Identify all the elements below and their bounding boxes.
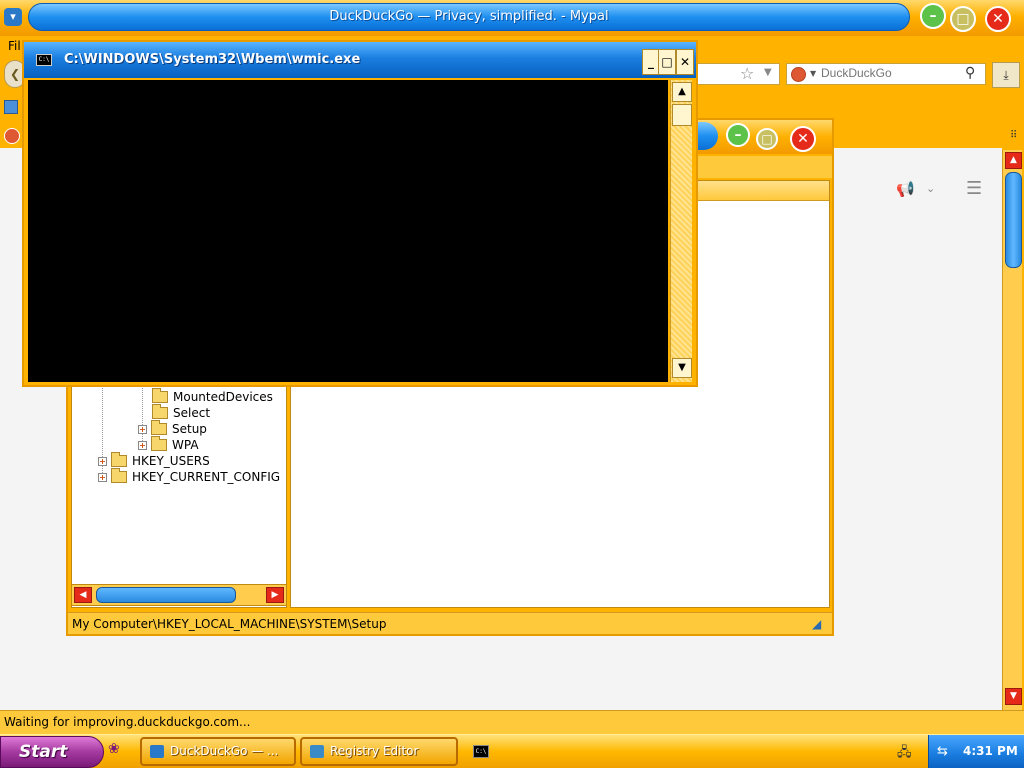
status-text: Waiting for improving.duckduckgo.com...: [4, 715, 251, 729]
hamburger-icon[interactable]: ☰: [966, 178, 982, 199]
duckduckgo-tab-icon[interactable]: [4, 128, 20, 144]
download-button[interactable]: ⤓: [992, 62, 1020, 88]
task-label: DuckDuckGo — ...: [170, 744, 279, 758]
open-folder-icon: [151, 420, 167, 435]
console-task-icon[interactable]: C:\: [473, 745, 489, 758]
close-button[interactable]: ✕: [790, 126, 816, 152]
chevron-down-icon[interactable]: ▼: [764, 67, 772, 78]
folder-icon: [151, 436, 167, 451]
sync-icon[interactable]: ⇆: [937, 744, 948, 759]
folder-icon: [152, 388, 168, 403]
task-button-regedit[interactable]: Registry Editor: [300, 737, 458, 766]
menu-file[interactable]: Fil: [8, 39, 21, 53]
tree-item-label: Setup: [172, 422, 207, 436]
scroll-down-button[interactable]: ▼: [1005, 688, 1022, 705]
tree-item-label: WPA: [172, 438, 199, 452]
folder-icon: [111, 452, 127, 467]
close-button[interactable]: ✕: [676, 49, 694, 75]
scroll-down-button[interactable]: ▼: [672, 358, 692, 378]
tree-horizontal-scrollbar[interactable]: ◀ ▶: [71, 584, 287, 606]
scroll-right-button[interactable]: ▶: [266, 587, 284, 603]
scroll-thumb[interactable]: [96, 587, 236, 603]
expand-icon[interactable]: +: [98, 472, 107, 482]
scroll-up-button[interactable]: ▲: [1005, 152, 1022, 169]
tree-item-label: HKEY_USERS: [132, 454, 210, 468]
search-input[interactable]: [821, 66, 961, 80]
scroll-left-button[interactable]: ◀: [74, 587, 92, 603]
tree-item-hkey-users[interactable]: + HKEY_USERS: [98, 452, 210, 469]
maximize-button[interactable]: □: [756, 128, 778, 150]
tree-item-hkey-current-config[interactable]: + HKEY_CURRENT_CONFIG: [98, 468, 281, 485]
scroll-thumb[interactable]: [1005, 172, 1022, 268]
browser-titlebar: ▾ DuckDuckGo — Privacy, simplified. - My…: [0, 0, 1024, 36]
minimize-button[interactable]: –: [726, 123, 750, 147]
start-decoration-icon: ❀: [108, 741, 120, 757]
console-titlebar: C:\ C:\WINDOWS\System32\Wbem\wmic.exe _ …: [24, 42, 696, 78]
minimize-button[interactable]: –: [920, 3, 946, 29]
folder-icon: [152, 404, 168, 419]
system-tray: ⇆ 4:31 PM: [928, 735, 1024, 768]
mypal-icon: ▾: [4, 8, 22, 26]
maximize-button[interactable]: □: [658, 49, 676, 75]
tree-item-label: HKEY_CURRENT_CONFIG: [132, 470, 281, 484]
duckduckgo-icon[interactable]: [791, 67, 806, 82]
chevron-down-icon[interactable]: ▼: [810, 69, 816, 78]
regedit-status-bar: My Computer\HKEY_LOCAL_MACHINE\SYSTEM\Se…: [68, 612, 832, 634]
expand-icon[interactable]: +: [138, 440, 147, 450]
scroll-thumb[interactable]: [672, 104, 692, 126]
bookmark-icon[interactable]: [4, 100, 18, 114]
console-scrollbar[interactable]: ▲ ▼: [670, 80, 692, 382]
resize-grip-icon[interactable]: ◢: [812, 617, 821, 631]
start-button[interactable]: Start: [0, 736, 104, 768]
mypal-icon: [150, 745, 164, 758]
maximize-button[interactable]: □: [950, 6, 976, 32]
task-button-browser[interactable]: DuckDuckGo — ...: [140, 737, 296, 766]
grid-icon[interactable]: ⠿: [1010, 130, 1017, 141]
taskbar: Start ❀ DuckDuckGo — ... Registry Editor…: [0, 734, 1024, 768]
bookmark-star-icon[interactable]: ☆: [740, 64, 754, 83]
tree-item-setup[interactable]: + Setup: [138, 420, 207, 437]
expand-icon[interactable]: +: [138, 424, 147, 434]
window-title: DuckDuckGo — Privacy, simplified. - Mypa…: [329, 9, 609, 24]
close-button[interactable]: ✕: [985, 6, 1011, 32]
clock[interactable]: 4:31 PM: [963, 744, 1018, 758]
tree-item-label: MountedDevices: [173, 390, 273, 404]
task-label: Registry Editor: [330, 744, 419, 758]
tree-item-mounteddevices[interactable]: MountedDevices: [152, 388, 273, 405]
announce-icon[interactable]: 📢: [896, 180, 915, 198]
tree-item-select[interactable]: Select: [152, 404, 211, 421]
tree-item-label: Select: [173, 406, 211, 420]
search-icon[interactable]: ⚲: [965, 65, 975, 81]
console-window: C:\ C:\WINDOWS\System32\Wbem\wmic.exe _ …: [22, 40, 698, 387]
network-icon[interactable]: 🖧: [897, 743, 912, 765]
console-icon: C:\: [36, 54, 52, 66]
tree-item-wpa[interactable]: + WPA: [138, 436, 199, 453]
regedit-icon: [310, 745, 324, 758]
expand-icon[interactable]: +: [98, 456, 107, 466]
browser-status-bar: Waiting for improving.duckduckgo.com...: [0, 710, 1024, 734]
console-title: C:\WINDOWS\System32\Wbem\wmic.exe: [64, 52, 361, 67]
console-output[interactable]: [28, 80, 668, 382]
registry-path: My Computer\HKEY_LOCAL_MACHINE\SYSTEM\Se…: [72, 617, 387, 631]
chevron-down-icon[interactable]: ⌄: [926, 182, 935, 195]
scroll-up-button[interactable]: ▲: [672, 82, 692, 102]
folder-icon: [111, 468, 127, 483]
page-scrollbar[interactable]: ▲ ▼: [1002, 150, 1022, 710]
